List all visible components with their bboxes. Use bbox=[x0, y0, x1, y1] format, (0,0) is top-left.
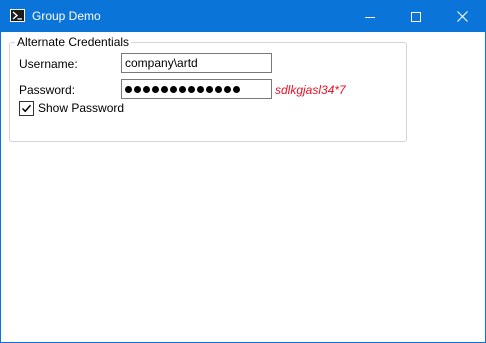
password-dot bbox=[170, 85, 177, 93]
password-dot bbox=[197, 85, 204, 93]
app-window: Group Demo Alternate Credentials Usernam… bbox=[0, 0, 486, 343]
minimize-button[interactable] bbox=[347, 1, 393, 32]
title-bar[interactable]: Group Demo bbox=[1, 1, 485, 32]
show-password-label[interactable]: Show Password bbox=[38, 101, 124, 115]
powershell-icon bbox=[10, 9, 25, 22]
password-dot bbox=[215, 85, 222, 93]
username-label: Username: bbox=[19, 57, 78, 71]
close-button[interactable] bbox=[439, 1, 485, 32]
password-dot bbox=[143, 85, 150, 93]
password-mask bbox=[125, 80, 271, 98]
maximize-button[interactable] bbox=[393, 1, 439, 32]
password-dot bbox=[179, 85, 186, 93]
groupbox-legend: Alternate Credentials bbox=[15, 35, 132, 49]
password-input[interactable] bbox=[121, 79, 272, 99]
password-dot bbox=[206, 85, 213, 93]
password-dot bbox=[233, 85, 240, 93]
minimize-icon bbox=[365, 12, 375, 22]
password-dot bbox=[125, 85, 132, 93]
password-dot bbox=[152, 85, 159, 93]
password-dot bbox=[134, 85, 141, 93]
revealed-password-text: sdlkgjasl34*7 bbox=[275, 83, 346, 97]
show-password-checkbox[interactable] bbox=[19, 101, 34, 116]
password-dot bbox=[224, 85, 231, 93]
close-icon bbox=[456, 11, 468, 22]
window-title: Group Demo bbox=[32, 9, 101, 23]
password-dot bbox=[161, 85, 168, 93]
credentials-groupbox: Alternate Credentials Username: company\… bbox=[9, 35, 407, 142]
maximize-icon bbox=[411, 11, 421, 22]
password-dot bbox=[188, 85, 195, 93]
password-label: Password: bbox=[19, 83, 76, 97]
username-input[interactable]: company\artd bbox=[121, 53, 272, 73]
